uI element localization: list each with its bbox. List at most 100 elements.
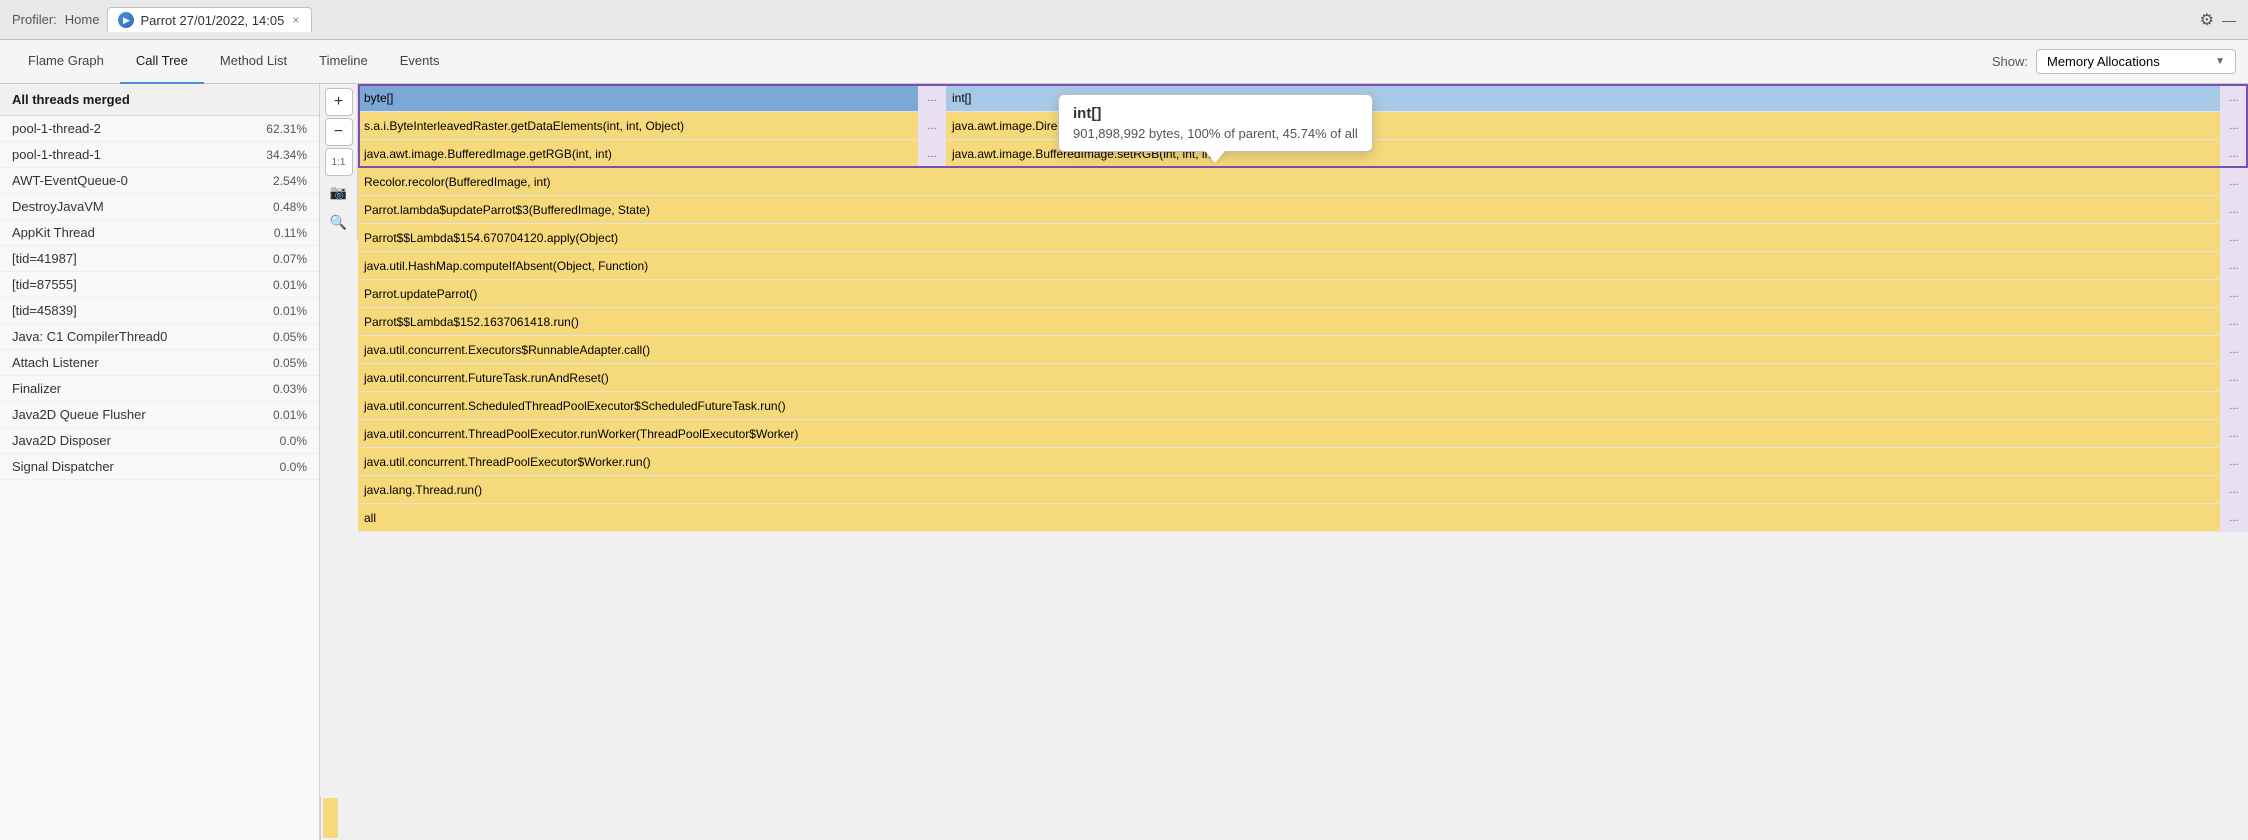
- home-link[interactable]: Home: [65, 12, 100, 27]
- flame-cell-dots-right[interactable]: ...: [2220, 112, 2248, 140]
- sidebar-item-name: AWT-EventQueue-0: [12, 173, 252, 188]
- flame-cell-single[interactable]: java.util.concurrent.Executors$RunnableA…: [358, 336, 2220, 363]
- flame-cell-dots-right[interactable]: ...: [2220, 84, 2248, 112]
- main-area: All threads merged pool-1-thread-2 62.31…: [0, 84, 2248, 840]
- flame-cell-dots[interactable]: ...: [2220, 476, 2248, 504]
- flame-cell-dots-left[interactable]: ...: [918, 112, 946, 140]
- flame-cell-single[interactable]: Parrot$$Lambda$152.1637061418.run(): [358, 308, 2220, 335]
- table-row[interactable]: Parrot.lambda$updateParrot$3(BufferedIma…: [358, 196, 2248, 224]
- gear-icon[interactable]: ⚙: [2200, 10, 2214, 30]
- flame-cell-single[interactable]: Parrot$$Lambda$154.670704120.apply(Objec…: [358, 224, 2220, 251]
- sidebar-item[interactable]: AppKit Thread 0.11%: [0, 220, 319, 246]
- flame-cell-dots[interactable]: ...: [2220, 420, 2248, 448]
- flame-cell-single[interactable]: all: [358, 504, 2220, 531]
- sidebar-item-pct: 0.03%: [252, 382, 307, 396]
- tab-timeline[interactable]: Timeline: [303, 40, 384, 84]
- table-row[interactable]: Recolor.recolor(BufferedImage, int)...: [358, 168, 2248, 196]
- tab-flame-graph[interactable]: Flame Graph: [12, 40, 120, 84]
- sidebar-item-name: Java: C1 CompilerThread0: [12, 329, 252, 344]
- flame-cell-dots[interactable]: ...: [2220, 252, 2248, 280]
- table-row[interactable]: java.util.concurrent.FutureTask.runAndRe…: [358, 364, 2248, 392]
- flame-cell-dots[interactable]: ...: [2220, 364, 2248, 392]
- table-row[interactable]: java.util.concurrent.Executors$RunnableA…: [358, 336, 2248, 364]
- flame-cell-dots[interactable]: ...: [2220, 336, 2248, 364]
- sidebar-item-pct: 0.01%: [252, 304, 307, 318]
- sidebar-item[interactable]: [tid=41987] 0.07%: [0, 246, 319, 272]
- sidebar-item-pct: 0.05%: [252, 330, 307, 344]
- table-row[interactable]: java.util.concurrent.ScheduledThreadPool…: [358, 392, 2248, 420]
- table-row[interactable]: Parrot.updateParrot()...: [358, 280, 2248, 308]
- flame-cell-left[interactable]: s.a.i.ByteInterleavedRaster.getDataEleme…: [358, 112, 918, 139]
- table-row[interactable]: Parrot$$Lambda$154.670704120.apply(Objec…: [358, 224, 2248, 252]
- sidebar-item[interactable]: Java2D Disposer 0.0%: [0, 428, 319, 454]
- tooltip: int[] 901,898,992 bytes, 100% of parent,…: [1058, 94, 1373, 152]
- flame-cell-dots[interactable]: ...: [2220, 168, 2248, 196]
- minimize-icon[interactable]: —: [2222, 12, 2236, 28]
- flame-cell-single[interactable]: Recolor.recolor(BufferedImage, int): [358, 168, 2220, 195]
- flame-cell-single[interactable]: java.util.concurrent.ScheduledThreadPool…: [358, 392, 2220, 419]
- flame-cell-single[interactable]: java.lang.Thread.run(): [358, 476, 2220, 503]
- sidebar-item[interactable]: DestroyJavaVM 0.48%: [0, 194, 319, 220]
- flame-cell-dots[interactable]: ...: [2220, 392, 2248, 420]
- sidebar-item-name: [tid=87555]: [12, 277, 252, 292]
- chevron-down-icon: ▼: [2215, 56, 2225, 67]
- flame-cell-left[interactable]: byte[]: [358, 84, 918, 111]
- zoom-out-button[interactable]: −: [325, 118, 353, 146]
- flame-graph-area[interactable]: byte[]...int[]...s.a.i.ByteInterleavedRa…: [358, 84, 2248, 796]
- flame-cell-single[interactable]: java.util.concurrent.ThreadPoolExecutor.…: [358, 420, 2220, 447]
- camera-icon[interactable]: 📷: [325, 178, 353, 206]
- table-row[interactable]: java.util.concurrent.ThreadPoolExecutor$…: [358, 448, 2248, 476]
- flame-cell-dots-left[interactable]: ...: [918, 84, 946, 112]
- sidebar-item[interactable]: Signal Dispatcher 0.0%: [0, 454, 319, 480]
- search-zoom-icon[interactable]: 🔍: [325, 208, 353, 236]
- flame-cell-dots[interactable]: ...: [2220, 280, 2248, 308]
- sidebar-item-name: Java2D Disposer: [12, 433, 252, 448]
- sidebar-item-name: Signal Dispatcher: [12, 459, 252, 474]
- sidebar-item[interactable]: AWT-EventQueue-0 2.54%: [0, 168, 319, 194]
- flame-cell-left[interactable]: java.awt.image.BufferedImage.getRGB(int,…: [358, 140, 918, 167]
- sidebar-item[interactable]: Finalizer 0.03%: [0, 376, 319, 402]
- sidebar-item-pct: 34.34%: [252, 148, 307, 162]
- flame-cell-dots[interactable]: ...: [2220, 448, 2248, 476]
- zoom-in-button[interactable]: +: [325, 88, 353, 116]
- title-bar: Profiler: Home ▶ Parrot 27/01/2022, 14:0…: [0, 0, 2248, 40]
- flame-cell-dots[interactable]: ...: [2220, 308, 2248, 336]
- flame-cell-dots[interactable]: ...: [2220, 196, 2248, 224]
- sidebar-item[interactable]: Java2D Queue Flusher 0.01%: [0, 402, 319, 428]
- session-tab-close[interactable]: ×: [290, 13, 301, 27]
- flame-cell-dots-left[interactable]: ...: [918, 140, 946, 168]
- flame-cell-single[interactable]: Parrot.lambda$updateParrot$3(BufferedIma…: [358, 196, 2220, 223]
- tab-method-list[interactable]: Method List: [204, 40, 303, 84]
- sidebar-item-pct: 0.01%: [252, 408, 307, 422]
- show-dropdown[interactable]: Memory Allocations ▼: [2036, 49, 2236, 74]
- sidebar-item-name: Finalizer: [12, 381, 252, 396]
- tab-events[interactable]: Events: [384, 40, 456, 84]
- flame-cell-single[interactable]: java.util.HashMap.computeIfAbsent(Object…: [358, 252, 2220, 279]
- sidebar-item[interactable]: pool-1-thread-2 62.31%: [0, 116, 319, 142]
- profiler-label: Profiler:: [12, 12, 57, 27]
- table-row[interactable]: all...: [358, 504, 2248, 532]
- flame-cell-dots[interactable]: ...: [2220, 504, 2248, 532]
- zoom-reset-button[interactable]: 1:1: [325, 148, 353, 176]
- sidebar-item-pct: 0.48%: [252, 200, 307, 214]
- sidebar-header: All threads merged: [0, 84, 319, 116]
- sidebar-item-pct: 0.0%: [252, 460, 307, 474]
- sidebar-item[interactable]: [tid=87555] 0.01%: [0, 272, 319, 298]
- sidebar-item[interactable]: Java: C1 CompilerThread0 0.05%: [0, 324, 319, 350]
- sidebar-item[interactable]: pool-1-thread-1 34.34%: [0, 142, 319, 168]
- session-tab[interactable]: ▶ Parrot 27/01/2022, 14:05 ×: [107, 7, 312, 32]
- flame-cell-dots-right[interactable]: ...: [2220, 140, 2248, 168]
- sidebar-item-pct: 0.05%: [252, 356, 307, 370]
- table-row[interactable]: java.lang.Thread.run()...: [358, 476, 2248, 504]
- table-row[interactable]: java.util.HashMap.computeIfAbsent(Object…: [358, 252, 2248, 280]
- table-row[interactable]: Parrot$$Lambda$152.1637061418.run()...: [358, 308, 2248, 336]
- table-row[interactable]: java.util.concurrent.ThreadPoolExecutor.…: [358, 420, 2248, 448]
- flame-cell-single[interactable]: java.util.concurrent.FutureTask.runAndRe…: [358, 364, 2220, 391]
- flame-cell-single[interactable]: java.util.concurrent.ThreadPoolExecutor$…: [358, 448, 2220, 475]
- flame-cell-single[interactable]: Parrot.updateParrot(): [358, 280, 2220, 307]
- tab-call-tree[interactable]: Call Tree: [120, 40, 204, 84]
- flame-cell-dots[interactable]: ...: [2220, 224, 2248, 252]
- sidebar-item-pct: 0.0%: [252, 434, 307, 448]
- sidebar-item[interactable]: [tid=45839] 0.01%: [0, 298, 319, 324]
- sidebar-item[interactable]: Attach Listener 0.05%: [0, 350, 319, 376]
